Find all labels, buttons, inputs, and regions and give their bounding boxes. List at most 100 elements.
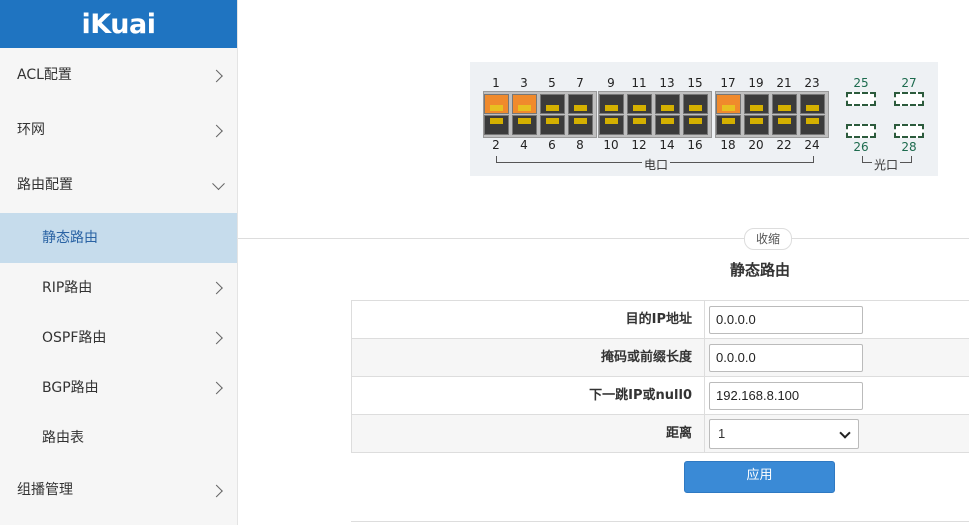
port-number: 3 <box>520 76 528 90</box>
port-number: 14 <box>659 138 675 152</box>
bottom-divider <box>351 521 969 522</box>
ethernet-port-icon[interactable] <box>599 115 624 135</box>
port-pins <box>633 105 646 111</box>
port-number: 15 <box>687 76 703 90</box>
static-route-form: 目的IP地址 掩码或前缀长度 下一跳IP或null0 距离 1 <box>351 300 969 453</box>
ethernet-port-icon[interactable] <box>800 94 825 114</box>
ethernet-port-icon[interactable] <box>484 115 509 135</box>
ethernet-port-icon[interactable] <box>744 94 769 114</box>
sidebar-item-bgp-route[interactable]: BGP路由 <box>0 363 237 413</box>
chevron-right-icon <box>210 281 223 295</box>
port-pins <box>518 105 531 111</box>
port-number: 12 <box>631 138 647 152</box>
ethernet-port-icon[interactable] <box>512 115 537 135</box>
sfp-port-icon[interactable] <box>846 124 876 138</box>
port-panel: 1 2 3 4 5 6 7 8 9 10 11 12 13 14 15 16 17 18 19 20 21 22 23 24 2… <box>470 62 938 176</box>
port-pins <box>806 118 819 124</box>
ethernet-port-icon[interactable] <box>683 115 708 135</box>
port-pins <box>722 118 735 124</box>
port-number: 23 <box>804 76 820 90</box>
ethernet-port-icon[interactable] <box>772 94 797 114</box>
sidebar-item-label: RIP路由 <box>42 280 93 296</box>
optical-port-number: 26 <box>853 140 869 154</box>
sfp-port-icon[interactable] <box>846 92 876 106</box>
port-pins <box>778 105 791 111</box>
form-row-next-hop: 下一跳IP或null0 <box>351 377 969 415</box>
port-number: 1 <box>492 76 500 90</box>
port-number: 6 <box>548 138 556 152</box>
port-number: 20 <box>748 138 764 152</box>
ethernet-port-icon[interactable] <box>512 94 537 114</box>
ethernet-port-icon[interactable] <box>800 115 825 135</box>
mask-input[interactable] <box>709 343 863 372</box>
chevron-right-icon <box>210 69 223 82</box>
form-title: 静态路由 <box>729 261 790 279</box>
ethernet-port-icon[interactable] <box>627 115 652 135</box>
sidebar-item-ring-network[interactable]: 环网 <box>0 103 237 158</box>
port-pins <box>518 118 531 124</box>
port-number: 16 <box>687 138 703 152</box>
distance-label: 距离 <box>351 415 705 452</box>
port-number: 13 <box>659 76 675 90</box>
ethernet-port-icon[interactable] <box>484 94 509 114</box>
next-hop-input[interactable] <box>709 381 863 410</box>
port-number: 22 <box>776 138 792 152</box>
port-pins <box>574 105 587 111</box>
chevron-down-icon <box>839 426 851 439</box>
port-pins <box>546 118 559 124</box>
mask-label: 掩码或前缀长度 <box>351 339 705 376</box>
sfp-port-icon[interactable] <box>894 124 924 138</box>
ethernet-port-icon[interactable] <box>568 115 593 135</box>
sidebar-item-ospf-route[interactable]: OSPF路由 <box>0 313 237 363</box>
collapse-button[interactable]: 收缩 <box>744 228 792 250</box>
form-row-dest-ip: 目的IP地址 <box>351 301 969 339</box>
ethernet-port-icon[interactable] <box>599 94 624 114</box>
port-number: 19 <box>748 76 764 90</box>
ethernet-port-icon[interactable] <box>655 115 680 135</box>
form-row-distance: 距离 1 <box>351 415 969 453</box>
chevron-down-icon <box>212 176 225 190</box>
ethernet-port-icon[interactable] <box>772 115 797 135</box>
chevron-right-icon <box>210 484 223 497</box>
optical-port-number: 27 <box>901 76 917 90</box>
section-divider <box>238 238 969 239</box>
sidebar-item-label: OSPF路由 <box>42 330 107 346</box>
port-number: 21 <box>776 76 792 90</box>
ethernet-port-icon[interactable] <box>540 115 565 135</box>
distance-select[interactable]: 1 <box>709 418 859 449</box>
port-pins <box>750 118 763 124</box>
sidebar-item-acl[interactable]: ACL配置 <box>0 48 237 103</box>
form-row-mask: 掩码或前缀长度 <box>351 339 969 377</box>
port-pins <box>689 105 702 111</box>
port-number: 2 <box>492 138 500 152</box>
sidebar-item-multicast[interactable]: 组播管理 <box>0 463 237 518</box>
ethernet-port-icon[interactable] <box>655 94 680 114</box>
sidebar-item-route-config[interactable]: 路由配置 <box>0 158 237 213</box>
ethernet-port-icon[interactable] <box>540 94 565 114</box>
ethernet-port-icon[interactable] <box>683 94 708 114</box>
dest-ip-input[interactable] <box>709 305 863 334</box>
ethernet-port-icon[interactable] <box>716 94 741 114</box>
sidebar-item-static-route[interactable]: 静态路由 <box>0 213 237 263</box>
sidebar-item-label: 路由配置 <box>17 177 73 193</box>
ethernet-port-icon[interactable] <box>627 94 652 114</box>
port-pins <box>689 118 702 124</box>
sidebar: iKuai ACL配置 环网 路由配置 静态路由 RIP路由 OSPF路由 BG… <box>0 0 238 525</box>
port-pins <box>633 118 646 124</box>
port-number: 18 <box>720 138 736 152</box>
electric-ports-label: 电口 <box>642 156 671 173</box>
port-pins <box>490 118 503 124</box>
port-number: 24 <box>804 138 820 152</box>
sfp-port-icon[interactable] <box>894 92 924 106</box>
ethernet-port-icon[interactable] <box>568 94 593 114</box>
sidebar-item-route-table[interactable]: 路由表 <box>0 413 237 463</box>
port-pins <box>750 105 763 111</box>
port-number: 11 <box>631 76 647 90</box>
ethernet-port-icon[interactable] <box>744 115 769 135</box>
apply-button[interactable]: 应用 <box>684 461 835 493</box>
optical-port-number: 28 <box>901 140 917 154</box>
port-pins <box>778 118 791 124</box>
ethernet-port-icon[interactable] <box>716 115 741 135</box>
dest-ip-label: 目的IP地址 <box>351 301 705 338</box>
sidebar-item-rip-route[interactable]: RIP路由 <box>0 263 237 313</box>
